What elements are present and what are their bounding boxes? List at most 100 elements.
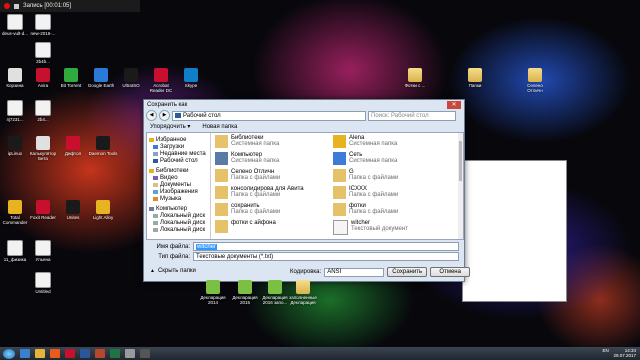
desktop-icon-left[interactable]: Дифтол [58,136,88,156]
file-item[interactable]: Библиотеки Системная папка [215,135,327,151]
desktop-icon-left[interactable]: Unites [58,200,88,220]
dialog-titlebar[interactable]: Сохранить как ✕ [144,100,464,110]
nav-item[interactable]: Недавние места [147,150,210,157]
desktop-icon-label: 4j7231... [6,117,24,122]
folder-icon [215,203,228,216]
notepad-icon[interactable] [125,349,135,358]
start-icon[interactable] [3,348,15,359]
desktop-icon-left[interactable]: 4j7231... [0,100,30,122]
nav-item[interactable]: Избранное [147,136,210,143]
save-button[interactable]: Сохранить [387,267,428,277]
desktop-icon-left[interactable]: 11_физика [0,240,30,262]
search-placeholder: Поиск: Рабочий стол [371,112,429,119]
encoding-label: Кодировка: [290,269,322,275]
filetype-select[interactable]: Текстовые документы (*.txt) [193,252,459,261]
desktop-icon-left[interactable]: Avira [28,68,58,88]
desktop-icon-left[interactable]: Foxit Reader [28,200,58,220]
nav-item[interactable]: Локальный диск [147,219,210,226]
close-icon[interactable]: ✕ [447,101,461,109]
firefox-icon[interactable] [50,349,60,358]
desktop-icon-left[interactable]: Total Commander [0,200,30,225]
nav-item[interactable]: Видео [147,174,210,181]
recorder-icon[interactable] [140,349,150,358]
hide-folders-button[interactable]: Скрыть папки [158,268,196,274]
address-bar[interactable]: Рабочий стол [172,110,366,121]
avira-icon[interactable] [65,349,75,358]
nav-item[interactable]: Загрузки [147,143,210,150]
desktop-icon-left[interactable]: 2b4... [28,100,58,122]
folder-icon [468,68,482,82]
pause-icon[interactable] [14,3,19,9]
desktop-icon-left[interactable]: Корзина [0,68,30,88]
desktop-icon-bottom[interactable]: заполненные Декларация [288,280,318,305]
powerpoint-icon[interactable] [95,349,105,358]
encoding-select[interactable]: ANSI [324,267,385,277]
desktop-icon-left[interactable]: Untitled [28,272,58,294]
nav-item[interactable]: Компьютер [147,205,210,212]
background-window[interactable] [462,160,567,302]
folder-icon [528,68,542,82]
desktop-icon-left[interactable]: 2b4b... [28,42,58,64]
nav-item[interactable]: Локальный диск [147,226,210,233]
desktop-icon-left[interactable]: Skype [176,68,206,88]
nav-item-icon [149,168,154,173]
file-item[interactable]: Alena Системная папка [333,135,445,151]
file-item-text: witcher Текстовый документ [351,220,408,232]
desktop-icon-right[interactable]: Селено Отличн [520,68,550,93]
desktop-icon-left[interactable]: Калькулятор Бета [28,136,58,161]
folder-icon[interactable] [35,349,45,358]
nav-item[interactable]: Изображения [147,188,210,195]
explorer-icon[interactable] [20,349,30,358]
file-item[interactable]: Селено Отличн Папка с файлами [215,169,327,185]
nav-item[interactable]: Музыка [147,195,210,202]
back-icon[interactable]: ◀ [146,110,157,121]
desktop-icon-left[interactable]: Google Earth [86,68,116,88]
nav-item[interactable]: Рабочий стол [147,157,210,164]
file-item[interactable]: фотки Папка с файлами [333,203,445,219]
desktop-icon-left[interactable]: Ульяна [28,240,58,262]
desktop-icon-left[interactable]: ipLinux [0,136,30,156]
new-folder-button[interactable]: Новая папка [202,124,237,130]
desktop-icon-right[interactable]: Папки [460,68,490,88]
desktop-icon-left[interactable]: UltraISO [116,68,146,88]
excel-icon[interactable] [110,349,120,358]
forward-icon[interactable]: ▶ [159,110,170,121]
system-tray[interactable]: EN 14:34 29.07.2017 [602,348,636,358]
filename-input[interactable]: witcher [193,242,459,251]
search-input[interactable]: Поиск: Рабочий стол [368,110,456,121]
hide-folders-row[interactable]: ▲ Скрыть папки [150,268,196,274]
language-indicator[interactable]: EN [602,348,608,353]
app-icon [66,200,80,214]
desktop-icon-bottom[interactable]: Декларация 2015 [230,280,260,305]
file-item[interactable]: G Папка с файлами [333,169,445,185]
file-item[interactable]: witcher Текстовый документ [333,220,445,236]
file-item[interactable]: фотки с айфона [215,220,327,236]
dialog-body: Избранное Загрузки Недавние места Рабочий с… [146,132,464,240]
navigation-pane: Избранное Загрузки Недавние места Рабочий с… [147,133,211,239]
file-list-scrollbar[interactable] [458,133,463,239]
record-icon[interactable] [4,3,10,9]
app-icon [94,68,108,82]
cancel-button[interactable]: Отмена [430,267,471,277]
organize-button[interactable]: Упорядочить ▾ [150,123,190,130]
nav-item[interactable]: Документы [147,181,210,188]
file-item[interactable]: консолидирова для Авита Папка с файлами [215,186,327,202]
file-item[interactable]: сохранить Папка с файлами [215,203,327,219]
file-item[interactable]: Компьютер Системная папка [215,152,327,168]
clock[interactable]: 14:34 29.07.2017 [610,348,636,358]
desktop-icon-left[interactable]: deus-vult-d... [0,14,30,36]
desktop-icon-left[interactable]: Light Alloy [88,200,118,220]
desktop-icon-left[interactable]: Daemon Tools [88,136,118,156]
desktop-icon-left[interactable]: Acrobat Reader DC [146,68,176,93]
desktop-icon-left[interactable]: Bit Torrent [56,68,86,88]
file-type: Системная папка [349,158,398,164]
file-item[interactable]: ICXXX Папка с файлами [333,186,445,202]
desktop-icon-right[interactable]: Фотки с ... [400,68,430,88]
word-icon[interactable] [80,349,90,358]
nav-item[interactable]: Библиотеки [147,167,210,174]
desktop-icon-left[interactable]: new-2016-... [28,14,58,36]
desktop-icon-bottom[interactable]: Декларация 2016 запо... [260,280,290,305]
file-item[interactable]: Сеть Системная папка [333,152,445,168]
nav-item[interactable]: Локальный диск [147,212,210,219]
desktop-icon-bottom[interactable]: Декларация 2014 [198,280,228,305]
